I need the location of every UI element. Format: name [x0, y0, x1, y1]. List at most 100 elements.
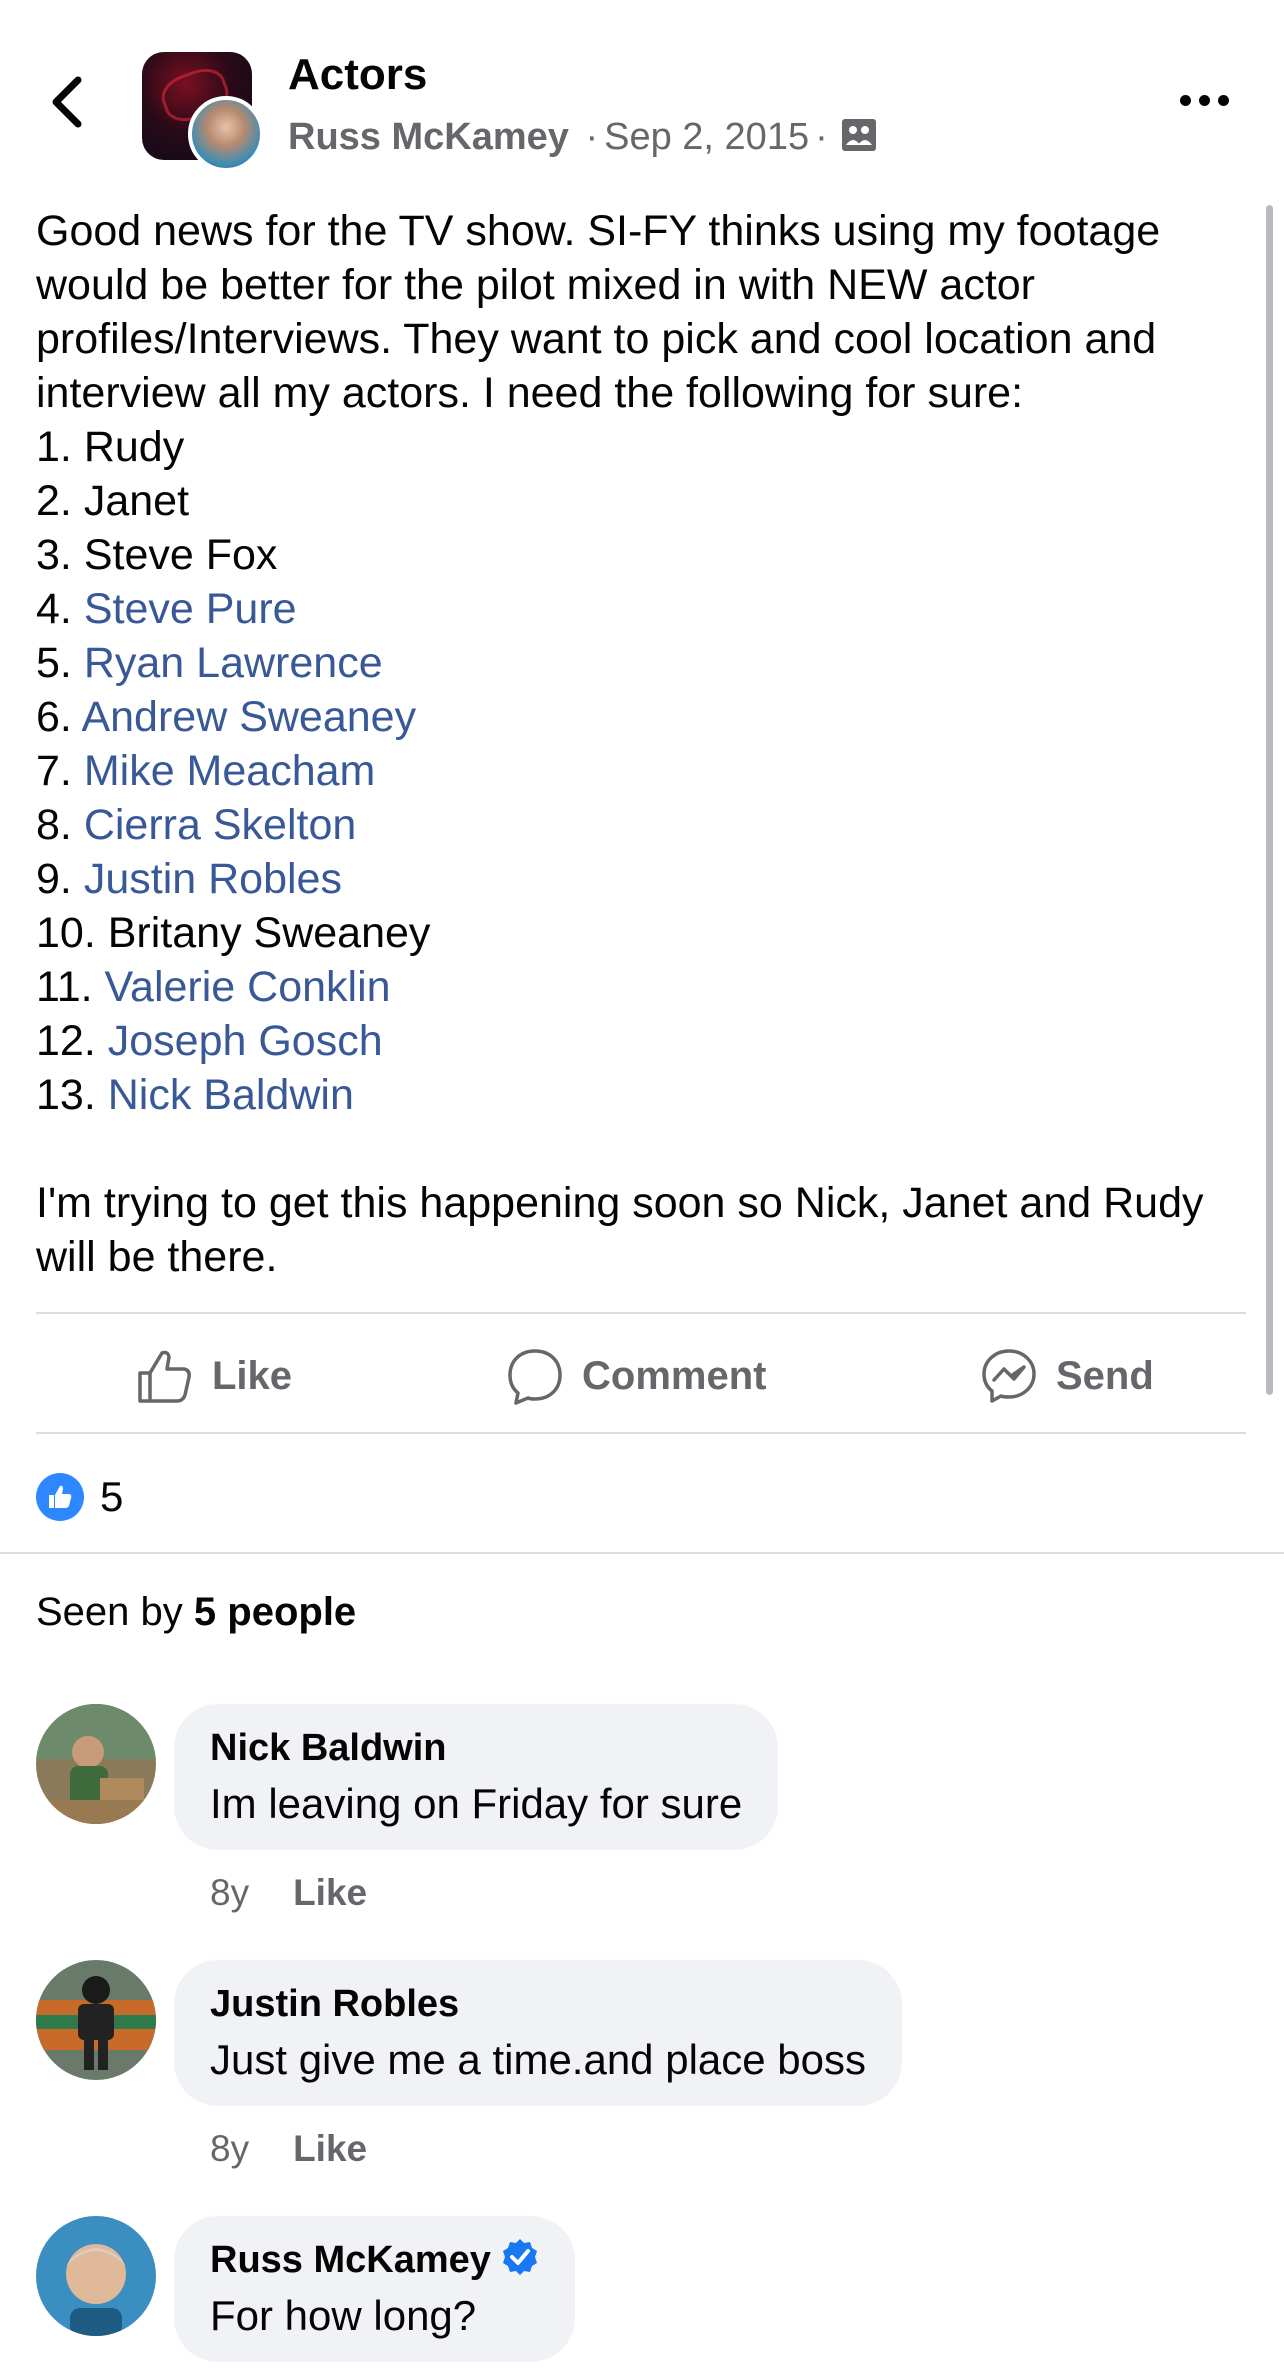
- actor-number: 1.: [36, 423, 72, 471]
- comment-bubble[interactable]: Russ McKamey For how long?: [174, 2216, 575, 2362]
- actor-number: 8.: [36, 801, 72, 849]
- divider: [36, 1432, 1246, 1434]
- like-label: Like: [212, 1353, 293, 1398]
- actor-name: Rudy: [83, 423, 185, 471]
- actor-list-item: 3. Steve Fox: [36, 528, 1246, 582]
- more-icon: [1180, 94, 1191, 106]
- actor-profile-link[interactable]: Nick Baldwin: [108, 1071, 354, 1119]
- comment-text: Im leaving on Friday for sure: [210, 1780, 743, 1827]
- actor-list-item: 7. Mike Meacham: [36, 744, 1246, 798]
- group-title[interactable]: Actors: [288, 50, 427, 100]
- post-outro: I'm trying to get this happening soon so…: [36, 1179, 1204, 1281]
- actor-number: 4.: [36, 585, 72, 633]
- reaction-count: 5: [100, 1473, 124, 1520]
- like-icon: [138, 1350, 191, 1403]
- actor-profile-link[interactable]: Mike Meacham: [84, 747, 376, 795]
- comment-like-button[interactable]: Like: [293, 1872, 367, 1914]
- actor-number: 13.: [36, 1071, 96, 1119]
- commenter-avatar[interactable]: [36, 1960, 156, 2080]
- comment-bubble[interactable]: Nick Baldwin Im leaving on Friday for su…: [174, 1704, 779, 1850]
- actor-list-item: 2. Janet: [36, 474, 1246, 528]
- actor-number: 5.: [36, 639, 72, 687]
- author-name[interactable]: Russ McKamey: [288, 116, 569, 158]
- comment-item: Nick Baldwin Im leaving on Friday for su…: [36, 1704, 1256, 1924]
- post-date[interactable]: Sep 2, 2015: [604, 116, 809, 158]
- comment-label: Comment: [582, 1353, 767, 1398]
- actor-name: Steve Fox: [83, 531, 278, 579]
- verified-badge-icon: [502, 2239, 537, 2275]
- comment-item: Russ McKamey For how long?: [36, 2216, 1256, 2376]
- actor-list-item: 11. Valerie Conklin: [36, 960, 1246, 1014]
- actor-list: 1. Rudy 2. Janet 3. Steve Fox 4. Steve Pure…: [36, 420, 1246, 1122]
- seen-by[interactable]: Seen by 5 people: [36, 1590, 356, 1635]
- back-button[interactable]: [44, 70, 94, 134]
- actor-profile-link[interactable]: Ryan Lawrence: [84, 639, 383, 687]
- comment-text: Just give me a time.and place boss: [210, 2036, 867, 2083]
- comment-meta: 8y Like: [210, 1872, 367, 1914]
- scrollbar[interactable]: [1266, 205, 1273, 1395]
- actor-profile-link[interactable]: Justin Robles: [84, 855, 342, 903]
- messenger-icon: [982, 1349, 1036, 1403]
- actor-list-item: 1. Rudy: [36, 420, 1246, 474]
- actor-number: 2.: [36, 477, 72, 525]
- actor-list-item: 8. Cierra Skelton: [36, 798, 1246, 852]
- comment-bubble[interactable]: Justin Robles Just give me a time.and pl…: [174, 1960, 903, 2106]
- actor-list-item: 10. Britany Sweaney: [36, 906, 1246, 960]
- commenter-avatar[interactable]: [36, 1704, 156, 1824]
- comment-button[interactable]: Comment: [506, 1346, 766, 1406]
- commenter-name[interactable]: Russ McKamey: [210, 2239, 491, 2281]
- more-icon: [1199, 94, 1210, 106]
- send-button[interactable]: Send: [980, 1346, 1154, 1406]
- divider: [36, 1312, 1246, 1314]
- like-button[interactable]: Like: [136, 1346, 292, 1406]
- send-label: Send: [1056, 1353, 1154, 1398]
- actor-list-item: 6. Andrew Sweaney: [36, 690, 1246, 744]
- actor-number: 12.: [36, 1017, 96, 1065]
- actor-list-item: 5. Ryan Lawrence: [36, 636, 1246, 690]
- actor-number: 7.: [36, 747, 72, 795]
- actor-profile-link[interactable]: Joseph Gosch: [108, 1017, 383, 1065]
- comment-text: For how long?: [210, 2292, 477, 2339]
- post-header: Actors Russ McKamey · Sep 2, 2015 ·: [0, 0, 1284, 190]
- post-intro: Good news for the TV show. SI-FY thinks …: [36, 207, 1161, 417]
- seen-by-prefix: Seen by: [36, 1590, 183, 1634]
- like-reaction-icon: [36, 1473, 84, 1521]
- commenter-name[interactable]: Justin Robles: [210, 1980, 866, 2028]
- post-body: Good news for the TV show. SI-FY thinks …: [36, 204, 1246, 1284]
- commenter-name[interactable]: Nick Baldwin: [210, 1724, 742, 1772]
- actor-profile-link[interactable]: Andrew Sweaney: [81, 693, 416, 741]
- more-options-button[interactable]: [1180, 82, 1240, 118]
- actor-list-item: 9. Justin Robles: [36, 852, 1246, 906]
- actor-number: 10.: [36, 909, 96, 957]
- actor-list-item: 13. Nick Baldwin: [36, 1068, 1246, 1122]
- comment-icon: [508, 1349, 562, 1405]
- back-arrow-icon: [52, 76, 82, 128]
- comment-time[interactable]: 8y: [210, 2128, 249, 2170]
- actor-profile-link[interactable]: Valerie Conklin: [105, 963, 391, 1011]
- actor-list-item: 12. Joseph Gosch: [36, 1014, 1246, 1068]
- section-divider: [0, 1552, 1284, 1554]
- comment-time[interactable]: 8y: [210, 1872, 249, 1914]
- commenter-name-row: Russ McKamey: [210, 2236, 539, 2284]
- actor-name: Britany Sweaney: [107, 909, 431, 957]
- meta-separator: ·: [815, 116, 828, 158]
- comment-meta: 8y Like: [210, 2128, 367, 2170]
- actor-number: 11.: [36, 963, 93, 1011]
- actor-profile-link[interactable]: Cierra Skelton: [84, 801, 356, 849]
- more-icon: [1218, 94, 1229, 106]
- meta-separator: ·: [585, 116, 599, 158]
- reactions-summary[interactable]: 5: [36, 1472, 123, 1522]
- post-meta: Russ McKamey · Sep 2, 2015 ·: [288, 116, 878, 159]
- actor-number: 6.: [36, 693, 72, 741]
- comment-item: Justin Robles Just give me a time.and pl…: [36, 1960, 1256, 2180]
- actor-number: 9.: [36, 855, 72, 903]
- comment-like-button[interactable]: Like: [293, 2128, 367, 2170]
- actor-number: 3.: [36, 531, 72, 579]
- actor-profile-link[interactable]: Steve Pure: [84, 585, 297, 633]
- seen-by-count: 5 people: [193, 1590, 357, 1634]
- action-bar: Like Comment Send: [36, 1318, 1246, 1432]
- actor-name: Janet: [83, 477, 190, 525]
- commenter-avatar[interactable]: [36, 2216, 156, 2336]
- actor-list-item: 4. Steve Pure: [36, 582, 1246, 636]
- author-avatar[interactable]: [188, 96, 264, 172]
